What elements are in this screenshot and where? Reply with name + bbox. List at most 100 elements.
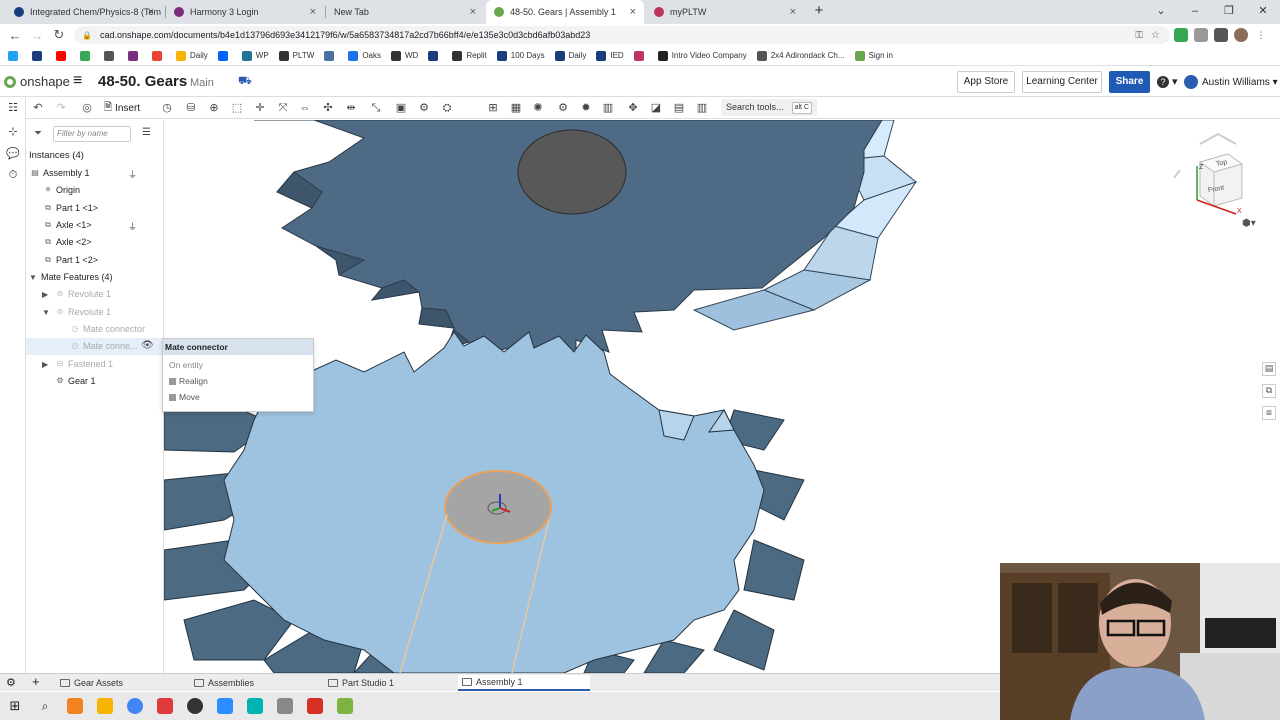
tangent-icon[interactable]: ⤡ <box>368 100 384 116</box>
screw-icon[interactable]: ⊞ <box>485 100 501 116</box>
cog-icon[interactable]: ✹ <box>578 100 594 116</box>
app-icon[interactable] <box>247 698 263 714</box>
url-input[interactable]: 🔒 cad.onshape.com/documents/b4e1d13796d6… <box>74 26 1170 44</box>
timer-icon[interactable]: ◷ <box>159 100 175 116</box>
mate-connector-item-selected[interactable]: ◷ Mate conne... <box>70 339 138 353</box>
kebab-menu-icon[interactable]: ⋮ <box>1254 28 1268 42</box>
measure-icon[interactable]: ▤ <box>671 100 687 116</box>
realign-menu-item[interactable]: Realign <box>163 376 313 386</box>
pattern-icon[interactable]: ▥ <box>600 100 616 116</box>
top-gear-hole[interactable] <box>517 129 627 215</box>
chevron-right-icon[interactable]: ▶ <box>42 290 48 299</box>
fixed-icon[interactable]: ⏚ <box>128 168 137 181</box>
bom-panel-icon[interactable]: ⧉ <box>1262 384 1276 398</box>
revolute-mate-item[interactable]: ⊚ Revolute 1 <box>55 287 111 301</box>
bookmark-item[interactable] <box>324 50 338 61</box>
chevron-down-icon[interactable]: ▼ <box>42 308 50 317</box>
move-menu-item[interactable]: Move <box>163 392 313 402</box>
revolute-mate-item[interactable]: ⊚ Revolute 1 <box>55 305 111 319</box>
minimize-icon[interactable]: – <box>1178 0 1212 24</box>
help-icon[interactable]: ? ▾ <box>1157 75 1178 88</box>
filter-input[interactable]: Filter by name <box>53 126 131 142</box>
search-tools-input[interactable]: Search tools... alt C <box>721 99 817 116</box>
instance-tree-icon[interactable]: ⊹ <box>6 125 20 139</box>
app-icon[interactable] <box>277 698 293 714</box>
version-graph-icon[interactable]: ⛟ <box>238 75 252 89</box>
replicate-icon[interactable]: ✺ <box>530 100 546 116</box>
zoom-icon[interactable] <box>217 698 233 714</box>
slider-mate-icon[interactable]: ⬚ <box>229 100 245 116</box>
user-menu[interactable]: Austin Williams ▾ <box>1184 75 1278 89</box>
doc-tab-assembly[interactable]: Assembly 1 <box>458 675 590 691</box>
browser-tab[interactable]: myPLTW × <box>646 0 804 24</box>
bookmark-item[interactable]: WP <box>241 50 269 61</box>
part-item[interactable]: ⧉ Part 1 <2> <box>43 253 98 267</box>
browser-tab[interactable]: Harmony 3 Login × <box>166 0 324 24</box>
render-icon[interactable]: ◎ <box>79 100 95 116</box>
bookmark-item[interactable] <box>8 50 22 61</box>
bookmark-item[interactable] <box>217 50 232 61</box>
star-icon[interactable]: ☆ <box>1151 30 1160 41</box>
section-icon[interactable]: ◪ <box>648 100 664 116</box>
extension-icon[interactable] <box>1194 28 1208 42</box>
bookmark-item[interactable]: Daily <box>554 50 586 61</box>
reload-icon[interactable]: ↻ <box>48 27 70 43</box>
document-title[interactable]: 48-50. Gears <box>98 73 187 90</box>
share-button[interactable]: Share <box>1109 71 1150 93</box>
properties-icon[interactable]: ▤ <box>1262 362 1276 376</box>
bookmark-item[interactable]: Daily <box>176 50 208 61</box>
bookmark-item[interactable] <box>128 50 142 61</box>
configurations-icon[interactable]: ⧈ <box>1262 406 1276 420</box>
app-icon[interactable] <box>337 698 353 714</box>
view-cube[interactable]: Top Front Z X ⬢▾ <box>1170 130 1266 230</box>
bookmark-item[interactable]: 2x4 Adirondack Ch... <box>756 50 845 61</box>
windows-start-icon[interactable]: ⊞ <box>7 698 23 714</box>
redo-icon[interactable]: ↷ <box>53 100 69 116</box>
browser-tab[interactable]: Integrated Chem/Physics-8 (Tem × <box>6 0 162 24</box>
key-icon[interactable]: ⚿ <box>1135 30 1143 41</box>
close-icon[interactable]: ✕ <box>1246 0 1280 24</box>
close-icon[interactable]: × <box>630 6 636 18</box>
browser-tab-active[interactable]: 48-50. Gears | Assembly 1 × <box>486 0 644 24</box>
bookmark-item[interactable] <box>56 50 70 61</box>
settings-icon[interactable]: ⚙ <box>6 676 16 689</box>
linear-icon[interactable]: ▦ <box>508 100 524 116</box>
fastened-mate-item[interactable]: ⊟ Fastened 1 <box>55 357 113 371</box>
bookmark-item[interactable] <box>428 50 442 61</box>
search-icon[interactable]: ⌕ <box>37 698 53 714</box>
learning-center-button[interactable]: Learning Center <box>1022 71 1102 93</box>
part-item[interactable]: ⧉ Axle <2> <box>43 235 91 249</box>
ball-mate-icon[interactable]: ✣ <box>320 100 336 116</box>
bookmark-item[interactable]: Replit <box>452 50 487 61</box>
bookmark-item[interactable]: Oaks <box>348 50 381 61</box>
close-icon[interactable]: × <box>470 6 476 18</box>
chevron-down-icon[interactable]: ⌄ <box>1144 0 1178 24</box>
extension-icon[interactable] <box>1174 28 1188 42</box>
back-icon[interactable]: ← <box>4 28 26 43</box>
undo-icon[interactable]: ↶ <box>30 100 46 116</box>
mate-features-header[interactable]: Mate Features (4) <box>41 270 113 284</box>
bookmark-item[interactable] <box>32 50 46 61</box>
hamburger-menu-icon[interactable]: ≡ <box>73 72 82 90</box>
forward-icon[interactable]: → <box>26 28 48 43</box>
close-icon[interactable]: × <box>310 6 316 18</box>
app-icon[interactable] <box>307 698 323 714</box>
pin-slot-icon[interactable]: ⇔ <box>297 100 313 116</box>
insert-button[interactable]: 🗎 Insert <box>104 100 140 117</box>
avatar[interactable] <box>1234 28 1248 42</box>
app-icon[interactable] <box>157 698 173 714</box>
bookmark-item[interactable]: IED <box>596 50 624 61</box>
doc-tab-part-studio[interactable]: Part Studio 1 <box>324 675 452 691</box>
revolute-icon[interactable]: ⊕ <box>206 100 222 116</box>
explode-icon[interactable]: ✥ <box>625 100 641 116</box>
chrome-icon[interactable] <box>127 698 143 714</box>
puzzle-icon[interactable] <box>1214 28 1228 42</box>
bookmark-item[interactable]: PLTW <box>278 50 314 61</box>
cylinder-icon[interactable]: ⛁ <box>183 100 199 116</box>
rack-pinion-icon[interactable]: ⛭ <box>439 100 455 116</box>
bookmark-item[interactable] <box>633 50 648 61</box>
close-icon[interactable]: × <box>790 6 796 18</box>
fixed-icon[interactable]: ⏚ <box>128 220 137 233</box>
hide-eye-icon[interactable]: 👁 <box>141 340 154 351</box>
feature-list-icon[interactable]: ☷ <box>6 101 20 115</box>
